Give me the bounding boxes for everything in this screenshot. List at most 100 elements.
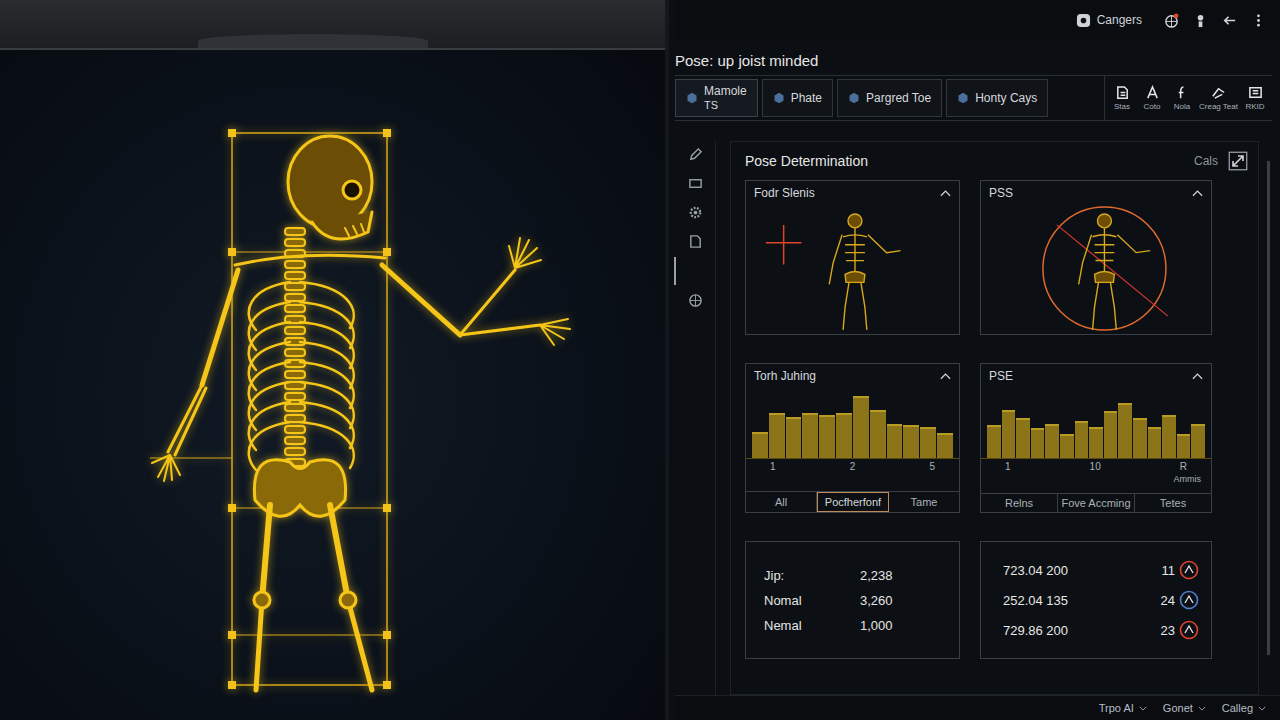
top-bar: Cangers bbox=[675, 0, 1280, 40]
network-icon[interactable] bbox=[688, 293, 703, 308]
app-panel: Cangers Pose: up joist minded MamoleTS Phat… bbox=[669, 0, 1280, 720]
account-label: Cangers bbox=[1097, 13, 1142, 27]
chart-bar[interactable] bbox=[870, 410, 886, 458]
chart-tab[interactable]: Tame bbox=[889, 492, 959, 512]
card-title: PSS bbox=[989, 186, 1013, 200]
status-item[interactable]: Trpo AI bbox=[1099, 702, 1147, 714]
bounding-box[interactable] bbox=[150, 129, 391, 689]
scrollbar[interactable] bbox=[1267, 161, 1270, 655]
chart-bar[interactable] bbox=[769, 413, 785, 458]
chart-bar[interactable] bbox=[1162, 415, 1176, 458]
collapse-icon[interactable] bbox=[940, 189, 951, 197]
kebab-icon bbox=[1251, 13, 1266, 28]
gear-icon[interactable] bbox=[688, 205, 703, 220]
chart-bar[interactable] bbox=[1133, 418, 1147, 459]
tab[interactable]: Honty Cays bbox=[946, 79, 1048, 117]
back-button[interactable] bbox=[1222, 13, 1237, 28]
chart-title: PSE bbox=[989, 369, 1013, 383]
tool-button[interactable]: Nola bbox=[1169, 85, 1195, 111]
chart-bar[interactable] bbox=[1104, 411, 1118, 459]
chart-bar[interactable] bbox=[836, 413, 852, 458]
tool-icon bbox=[1211, 85, 1226, 100]
more-button[interactable] bbox=[1251, 13, 1266, 28]
tab-row: MamoleTS PhatePargred Toe Honty Cays StasCo… bbox=[675, 75, 1272, 121]
chart-tab[interactable]: Tetes bbox=[1135, 494, 1211, 512]
chart-bar[interactable] bbox=[887, 424, 903, 458]
pose-card[interactable]: Fodr Slenis bbox=[745, 180, 960, 335]
chart-tabs: RelnsFove AccmingTetes bbox=[981, 493, 1211, 512]
chart-tab[interactable]: Pocfherfonf bbox=[817, 492, 889, 512]
frame-icon[interactable] bbox=[688, 176, 703, 191]
collapse-icon[interactable] bbox=[940, 372, 951, 380]
chart-bar[interactable] bbox=[802, 413, 818, 458]
tab[interactable]: Phate bbox=[762, 79, 833, 117]
chart-ticks: 110R bbox=[981, 459, 1211, 474]
status-item[interactable]: Calleg bbox=[1222, 702, 1266, 714]
tool-label: Creag Teat bbox=[1199, 102, 1238, 111]
chart-tab[interactable]: Relns bbox=[981, 494, 1058, 512]
chart-bar[interactable] bbox=[1177, 434, 1191, 458]
globe-button[interactable] bbox=[1164, 13, 1179, 28]
stat-value: 2,238 bbox=[824, 568, 941, 583]
tool-button[interactable]: Creag Teat bbox=[1199, 85, 1238, 111]
reading-row[interactable]: 729.86 20023 bbox=[1003, 620, 1199, 640]
chart-bar[interactable] bbox=[786, 417, 802, 458]
hexagon-icon bbox=[773, 92, 785, 104]
chart-tick: 5 bbox=[929, 461, 935, 474]
tool-icon bbox=[1248, 85, 1263, 100]
chart-bar[interactable] bbox=[987, 425, 1001, 459]
reading-value: 729.86 200 bbox=[1003, 623, 1161, 638]
expand-icon[interactable] bbox=[1228, 151, 1248, 171]
chart-tab[interactable]: All bbox=[746, 492, 817, 512]
document-icon[interactable] bbox=[688, 234, 703, 249]
user-button[interactable] bbox=[1193, 13, 1208, 28]
chart-bar[interactable] bbox=[752, 432, 768, 459]
collapse-icon[interactable] bbox=[1192, 372, 1203, 380]
chart-bar[interactable] bbox=[819, 415, 835, 458]
tool-button[interactable]: Coto bbox=[1139, 85, 1165, 111]
chart-bar[interactable] bbox=[1031, 428, 1045, 458]
status-item[interactable]: Gonet bbox=[1163, 702, 1206, 714]
chart-bar[interactable] bbox=[853, 396, 869, 458]
tab-label: Honty Cays bbox=[975, 91, 1037, 105]
pose-viewport[interactable] bbox=[0, 0, 669, 720]
stat-label: Nomal bbox=[764, 593, 824, 608]
pencil-icon[interactable] bbox=[688, 147, 703, 162]
chart-tab[interactable]: Fove Accming bbox=[1058, 494, 1135, 512]
collapse-icon[interactable] bbox=[1192, 189, 1203, 197]
chart-bar[interactable] bbox=[1075, 421, 1089, 458]
chart-bar[interactable] bbox=[1089, 427, 1103, 458]
chart-bar[interactable] bbox=[1045, 424, 1059, 458]
skeleton-figure[interactable] bbox=[0, 0, 665, 720]
card-header: Fodr Slenis bbox=[746, 181, 959, 205]
chart-bar[interactable] bbox=[1148, 427, 1162, 458]
hexagon-icon bbox=[957, 92, 969, 104]
ceiling-lamp bbox=[198, 34, 428, 48]
chart-bar[interactable] bbox=[1016, 418, 1030, 459]
chart-bar[interactable] bbox=[1191, 424, 1205, 458]
caret-icon bbox=[1198, 706, 1206, 711]
account-button[interactable]: Cangers bbox=[1076, 13, 1142, 28]
tab[interactable]: MamoleTS bbox=[675, 79, 758, 117]
window-title: Pose: up joist minded bbox=[675, 40, 1280, 75]
sidebar bbox=[675, 141, 716, 695]
status-bar: Trpo AI Gonet Calleg bbox=[675, 695, 1280, 720]
tool-button[interactable]: Stas bbox=[1109, 85, 1135, 111]
chart-bar[interactable] bbox=[1002, 410, 1016, 458]
chart-tick: 2 bbox=[850, 461, 856, 474]
tool-button[interactable]: RKID bbox=[1242, 85, 1268, 111]
panel-action[interactable]: Cals bbox=[1194, 154, 1218, 168]
stat-row: Nomal3,260 bbox=[764, 593, 941, 608]
tab[interactable]: Pargred Toe bbox=[837, 79, 942, 117]
card-title: Fodr Slenis bbox=[754, 186, 815, 200]
chart-bar[interactable] bbox=[1060, 434, 1074, 458]
chart-bar[interactable] bbox=[920, 427, 936, 458]
chart-bar[interactable] bbox=[937, 433, 953, 458]
chart-bar[interactable] bbox=[1118, 403, 1132, 458]
pose-card[interactable]: PSS bbox=[980, 180, 1212, 335]
chart-tick: 1 bbox=[1005, 461, 1011, 474]
reading-row[interactable]: 723.04 20011 bbox=[1003, 560, 1199, 580]
chart-bar[interactable] bbox=[903, 425, 919, 458]
reading-row[interactable]: 252.04 13524 bbox=[1003, 590, 1199, 610]
tab-label: MamoleTS bbox=[704, 84, 747, 112]
